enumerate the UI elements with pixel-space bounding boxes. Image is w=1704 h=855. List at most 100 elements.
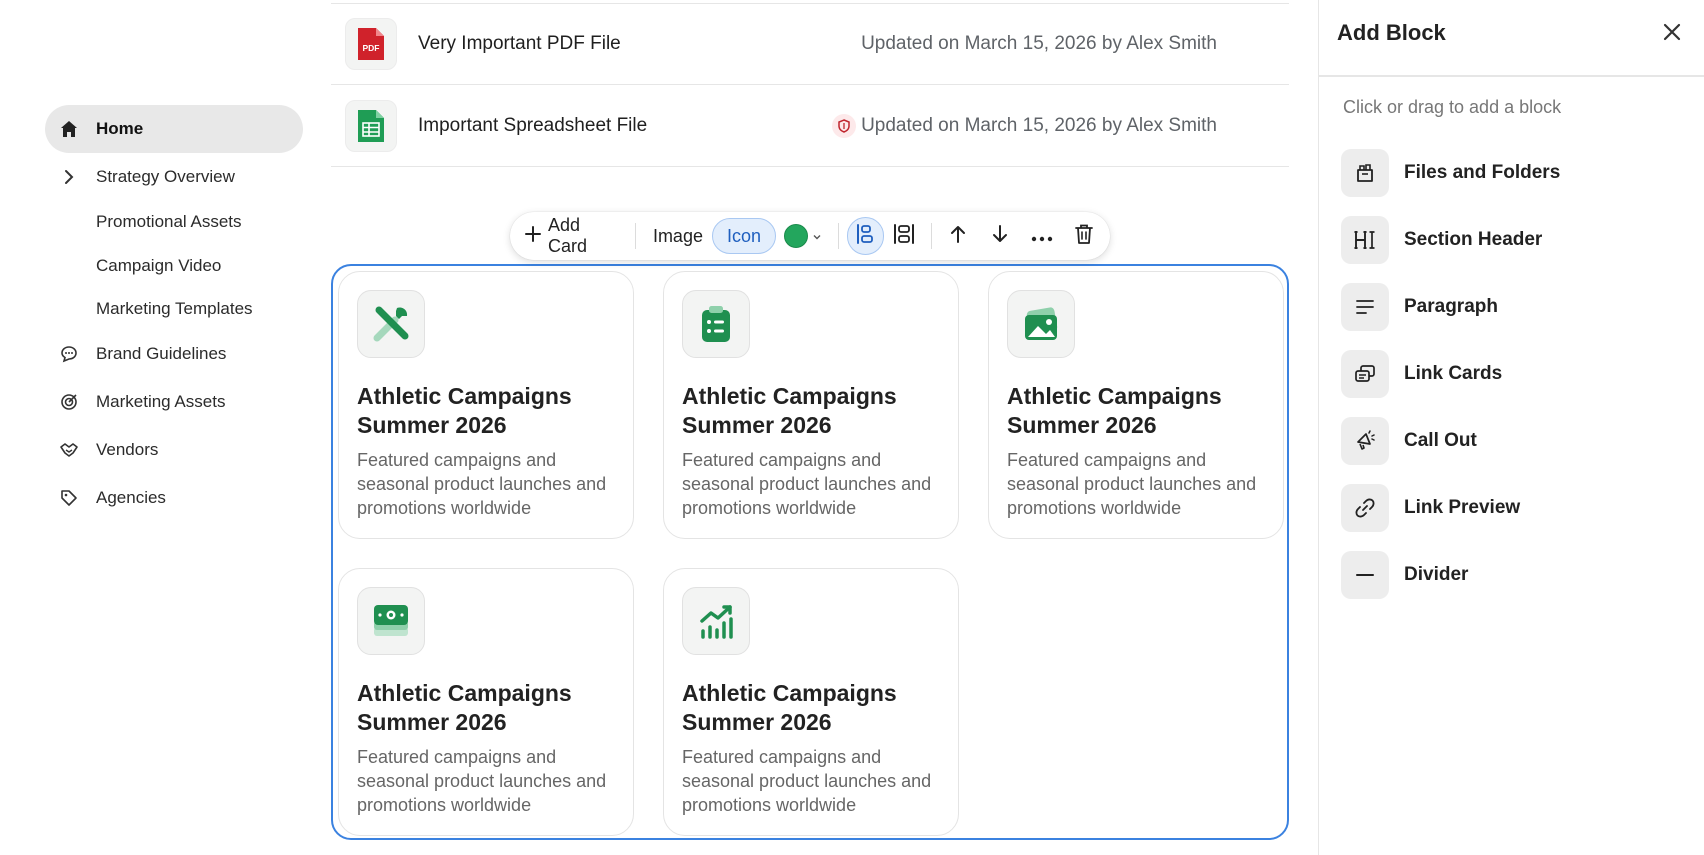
link-card[interactable]: Athletic Campaigns Summer 2026 Featured … [988, 271, 1284, 539]
image-icon [1007, 290, 1075, 358]
align-center-layout-button[interactable] [886, 217, 923, 255]
sidebar-item-label: Vendors [96, 440, 159, 459]
card-description: Featured campaigns and seasonal product … [357, 450, 607, 518]
block-option-link-preview[interactable]: Link Preview [1341, 483, 1641, 533]
sidebar-item-label: Campaign Video [96, 256, 222, 275]
chat-bubble-icon [45, 345, 93, 363]
card-title: Athletic Campaigns Summer 2026 [357, 383, 572, 438]
card-description: Featured campaigns and seasonal product … [357, 747, 607, 815]
image-mode-button[interactable]: Image [644, 218, 712, 254]
link-cards-block[interactable]: Athletic Campaigns Summer 2026 Featured … [331, 264, 1289, 840]
sidebar-item-label: Home [96, 119, 144, 138]
block-option-paragraph[interactable]: Paragraph [1341, 282, 1641, 332]
panel-hint: Click or drag to add a block [1343, 97, 1562, 117]
block-option-divider[interactable]: Divider [1341, 550, 1641, 600]
home-icon [45, 119, 93, 139]
block-option-link-cards[interactable]: Link Cards [1341, 349, 1641, 399]
card-title: Athletic Campaigns Summer 2026 [682, 680, 897, 735]
card-title: Athletic Campaigns Summer 2026 [1007, 383, 1222, 438]
block-option-label: Call Out [1404, 430, 1477, 451]
file-row[interactable]: PDF Very Important PDF File Updated on M… [331, 3, 1289, 85]
add-card-button[interactable]: Add Card [518, 215, 627, 256]
layout-left-icon [855, 223, 875, 250]
block-option-label: Section Header [1404, 229, 1543, 250]
block-option-section-header[interactable]: Section Header [1341, 215, 1641, 265]
card-title: Athletic Campaigns Summer 2026 [357, 680, 572, 735]
more-options-button[interactable] [1023, 217, 1060, 255]
delete-block-button[interactable] [1065, 217, 1102, 255]
add-block-panel: Add Block Click or drag to add a block F… [1318, 0, 1704, 855]
chevron-right-icon[interactable] [45, 169, 93, 185]
sidebar-item-campaign-video[interactable]: Campaign Video [45, 242, 303, 290]
trash-icon [1074, 223, 1094, 250]
sidebar-item-label: Marketing Templates [96, 299, 253, 318]
chart-growth-icon [682, 587, 750, 655]
tag-icon [45, 489, 93, 507]
shield-icon [832, 113, 856, 138]
sidebar-item-brand-guidelines[interactable]: Brand Guidelines [45, 330, 303, 378]
spreadsheet-file-icon [345, 99, 397, 152]
toolbar-divider [838, 223, 839, 249]
link-cards-icon [1341, 350, 1389, 398]
sidebar-item-promotional-assets[interactable]: Promotional Assets [45, 198, 303, 246]
sidebar-item-label: Promotional Assets [96, 212, 242, 231]
block-option-label: Paragraph [1404, 296, 1498, 317]
clipboard-list-icon [682, 290, 750, 358]
plus-icon [524, 225, 542, 248]
sidebar-item-label: Agencies [96, 488, 166, 507]
pdf-file-icon: PDF [345, 18, 397, 70]
sidebar: Home Strategy Overview Promotional Asset… [0, 0, 330, 855]
file-updated-meta: Updated on March 15, 2026 by Alex Smith [861, 114, 1217, 136]
card-title: Athletic Campaigns Summer 2026 [682, 383, 897, 438]
card-description: Featured campaigns and seasonal product … [682, 747, 932, 815]
divider-icon [1341, 551, 1389, 599]
chevron-down-icon [812, 226, 822, 247]
panel-divider [1319, 75, 1704, 77]
block-option-label: Link Preview [1404, 497, 1521, 518]
link-card[interactable]: Athletic Campaigns Summer 2026 Featured … [338, 568, 634, 836]
link-card[interactable]: Athletic Campaigns Summer 2026 Featured … [663, 271, 959, 539]
block-option-files-and-folders[interactable]: Files and Folders [1341, 148, 1641, 198]
block-toolbar: Add Card Image Icon [510, 212, 1110, 260]
arrow-up-icon [949, 224, 967, 249]
card-description: Featured campaigns and seasonal product … [682, 450, 932, 518]
sidebar-item-marketing-templates[interactable]: Marketing Templates [45, 285, 303, 333]
close-button[interactable] [1656, 18, 1688, 50]
header-icon [1341, 216, 1389, 264]
layout-center-icon [892, 223, 916, 250]
paragraph-icon [1341, 283, 1389, 331]
tools-icon [357, 290, 425, 358]
align-left-layout-button[interactable] [846, 217, 884, 255]
color-picker-button[interactable] [776, 218, 830, 254]
money-icon [357, 587, 425, 655]
link-icon [1341, 484, 1389, 532]
toolbar-divider [634, 223, 636, 249]
move-up-button[interactable] [940, 217, 977, 255]
more-horizontal-icon [1031, 226, 1053, 247]
card-description: Featured campaigns and seasonal product … [1007, 450, 1257, 518]
block-option-call-out[interactable]: Call Out [1341, 416, 1641, 466]
sidebar-item-marketing-assets[interactable]: Marketing Assets [45, 378, 303, 426]
block-option-label: Divider [1404, 564, 1469, 585]
link-card[interactable]: Athletic Campaigns Summer 2026 Featured … [338, 271, 634, 539]
file-updated-meta: Updated on March 15, 2026 by Alex Smith [861, 33, 1217, 54]
link-card[interactable]: Athletic Campaigns Summer 2026 Featured … [663, 568, 959, 836]
file-name[interactable]: Important Spreadsheet File [418, 115, 647, 137]
block-option-label: Link Cards [1404, 363, 1503, 384]
pdf-icon-label: PDF [363, 43, 380, 53]
sidebar-item-label: Marketing Assets [96, 392, 226, 411]
color-swatch [784, 224, 808, 248]
sidebar-item-vendors[interactable]: Vendors [45, 426, 303, 474]
sidebar-item-label: Brand Guidelines [96, 344, 227, 363]
move-down-button[interactable] [981, 217, 1018, 255]
sidebar-item-strategy-overview[interactable]: Strategy Overview [45, 153, 303, 201]
file-row[interactable]: Important Spreadsheet File Updated on Ma… [331, 85, 1289, 167]
sidebar-item-agencies[interactable]: Agencies [45, 474, 303, 522]
megaphone-icon [1341, 417, 1389, 465]
toolbar-divider [930, 223, 932, 249]
panel-title: Add Block [1337, 20, 1446, 45]
file-name[interactable]: Very Important PDF File [418, 33, 621, 55]
icon-mode-button[interactable]: Icon [711, 218, 776, 254]
sidebar-item-home[interactable]: Home [45, 105, 303, 153]
target-icon [45, 393, 93, 411]
